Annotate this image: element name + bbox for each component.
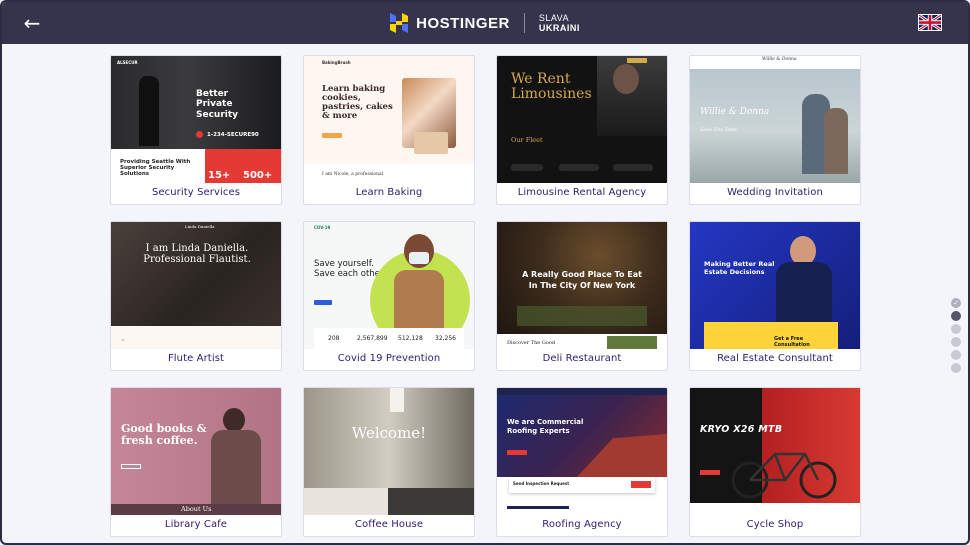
template-preview: ALSECUR Better Private Security 1-234-SE…: [111, 56, 281, 183]
hostinger-logo: HOSTINGER SLAVA UKRAINI: [390, 13, 580, 33]
template-preview: Linda Daniella I am Linda Daniella. Prof…: [111, 222, 281, 349]
template-title: Deli Restaurant: [542, 353, 622, 364]
template-card-cycle-shop[interactable]: KRYO X26 MTB Cycle Shop: [689, 387, 861, 537]
template-title: Real Estate Consultant: [717, 353, 833, 364]
preview-nav: Linda Daniella: [185, 224, 215, 229]
preview-headline: KRYO X26 MTB: [700, 424, 783, 435]
bicycle-illustration: [731, 452, 837, 499]
template-preview: We are Commercial Roofing Experts Send I…: [497, 388, 667, 515]
preview-phone: 1-234-SECURE90: [207, 132, 259, 138]
preview-stat-4: 32,256: [435, 335, 456, 342]
step-pager: ✓: [951, 298, 961, 373]
preview-headline: Making Better Real Estate Decisions: [704, 260, 775, 277]
pager-dot-3[interactable]: [951, 324, 961, 334]
template-preview: BakingBrush Learn baking cookies, pastri…: [304, 56, 474, 183]
template-preview: KRYO X26 MTB: [690, 388, 860, 515]
template-title: Flute Artist: [167, 353, 225, 364]
pager-dot-5[interactable]: [951, 350, 961, 360]
template-title: Wedding Invitation: [727, 187, 823, 198]
template-card-learn-baking[interactable]: BakingBrush Learn baking cookies, pastri…: [303, 55, 475, 205]
preview-headline: Better Private Security: [196, 89, 239, 120]
preview-headline: Good books & fresh coffee.: [121, 422, 207, 447]
template-card-deli-restaurant[interactable]: A Really Good Place To Eat In The City O…: [496, 221, 668, 371]
language-selector[interactable]: [918, 14, 942, 31]
template-preview: COV-19 Save yourself. Save each other. 2…: [304, 222, 474, 349]
template-card-real-estate-consultant[interactable]: Making Better Real Estate Decisions Get …: [689, 221, 861, 371]
preview-stat-clients: 500+: [243, 170, 273, 181]
logo-divider: [523, 13, 525, 33]
template-card-security-services[interactable]: ALSECUR Better Private Security 1-234-SE…: [110, 55, 282, 205]
template-preview: Making Better Real Estate Decisions Get …: [690, 222, 860, 349]
template-title: Learn Baking: [355, 187, 423, 198]
preview-stat-1: 208: [328, 335, 340, 342]
preview-headline: Learn baking cookies, pastries, cakes & …: [322, 84, 393, 121]
preview-headline: We are Commercial Roofing Experts: [507, 418, 584, 435]
pager-dot-1[interactable]: ✓: [951, 298, 961, 308]
template-card-library-cafe[interactable]: Good books & fresh coffee. About Us Libr…: [110, 387, 282, 537]
template-preview: Good books & fresh coffee. About Us: [111, 388, 281, 515]
preview-stat-3: 512,128: [398, 335, 423, 342]
check-icon: ✓: [953, 299, 959, 307]
template-grid: ALSECUR Better Private Security 1-234-SE…: [110, 55, 861, 537]
template-title: Covid 19 Prevention: [337, 353, 441, 364]
pager-dot-6[interactable]: [951, 363, 961, 373]
preview-headline: I am Linda Daniella. Professional Flauti…: [143, 243, 251, 265]
preview-stat-years: 15+: [208, 170, 231, 181]
preview-cta: Get a Free Consultation: [774, 336, 810, 348]
preview-quote-icon: “: [121, 338, 126, 347]
preview-subtitle: Save The Date: [700, 127, 737, 133]
template-card-wedding-invitation[interactable]: Willie & Donna Willie & Donna Save The D…: [689, 55, 861, 205]
slogan-line-1: SLAVA: [538, 13, 570, 23]
preview-headline: A Really Good Place To Eat In The City O…: [522, 270, 642, 290]
uk-flag-icon: [919, 15, 941, 30]
app-frame: ← HOSTINGER SLAVA UKRAINI ALSECUR Better…: [0, 0, 970, 545]
template-title: Roofing Agency: [542, 519, 622, 530]
slogan: SLAVA UKRAINI: [539, 13, 580, 33]
template-title: Cycle Shop: [746, 519, 804, 530]
template-card-flute-artist[interactable]: Linda Daniella I am Linda Daniella. Prof…: [110, 221, 282, 371]
top-bar: ← HOSTINGER SLAVA UKRAINI: [2, 2, 968, 44]
preview-nav: COV-19: [314, 225, 331, 230]
template-card-covid-19-prevention[interactable]: COV-19 Save yourself. Save each other. 2…: [303, 221, 475, 371]
template-title: Coffee House: [354, 519, 424, 530]
pager-dot-2[interactable]: [951, 311, 961, 321]
preview-nav: ALSECUR: [117, 60, 138, 65]
template-preview: We Rent Limousines Our Fleet: [497, 56, 667, 183]
template-title: Limousine Rental Agency: [517, 187, 647, 198]
pager-dot-4[interactable]: [951, 337, 961, 347]
template-preview: Welcome!: [304, 388, 474, 515]
arrow-left-icon: ←: [23, 11, 41, 35]
preview-form-title: Send Inspection Request: [513, 481, 570, 486]
preview-nav: Willie & Donna: [762, 57, 797, 62]
preview-footer: About Us: [181, 505, 212, 513]
preview-headline: Willie & Donna: [700, 107, 770, 117]
preview-tagline: Providing Seattle With Superior Security…: [120, 159, 191, 178]
template-title: Security Services: [151, 187, 241, 198]
preview-headline: We Rent Limousines: [511, 71, 592, 102]
preview-nav: BakingBrush: [322, 60, 351, 65]
preview-footer: I am Nicole, a professional: [322, 172, 384, 177]
template-card-roofing-agency[interactable]: We are Commercial Roofing Experts Send I…: [496, 387, 668, 537]
back-button[interactable]: ←: [20, 11, 44, 35]
preview-stat-2: 2,567,899: [357, 335, 388, 342]
template-card-coffee-house[interactable]: Welcome! Coffee House: [303, 387, 475, 537]
brand-name: HOSTINGER: [416, 14, 510, 32]
template-title: Library Cafe: [164, 519, 228, 530]
preview-headline: Welcome!: [351, 424, 427, 442]
template-preview: Willie & Donna Willie & Donna Save The D…: [690, 56, 860, 183]
template-card-limousine-rental-agency[interactable]: We Rent Limousines Our Fleet Limousine R…: [496, 55, 668, 205]
slogan-line-2: UKRAINI: [538, 23, 580, 33]
hostinger-mark-icon: [390, 13, 409, 33]
preview-footer: Discover The Good: [507, 340, 556, 346]
template-preview: A Really Good Place To Eat In The City O…: [497, 222, 667, 349]
preview-section: Our Fleet: [511, 136, 543, 144]
